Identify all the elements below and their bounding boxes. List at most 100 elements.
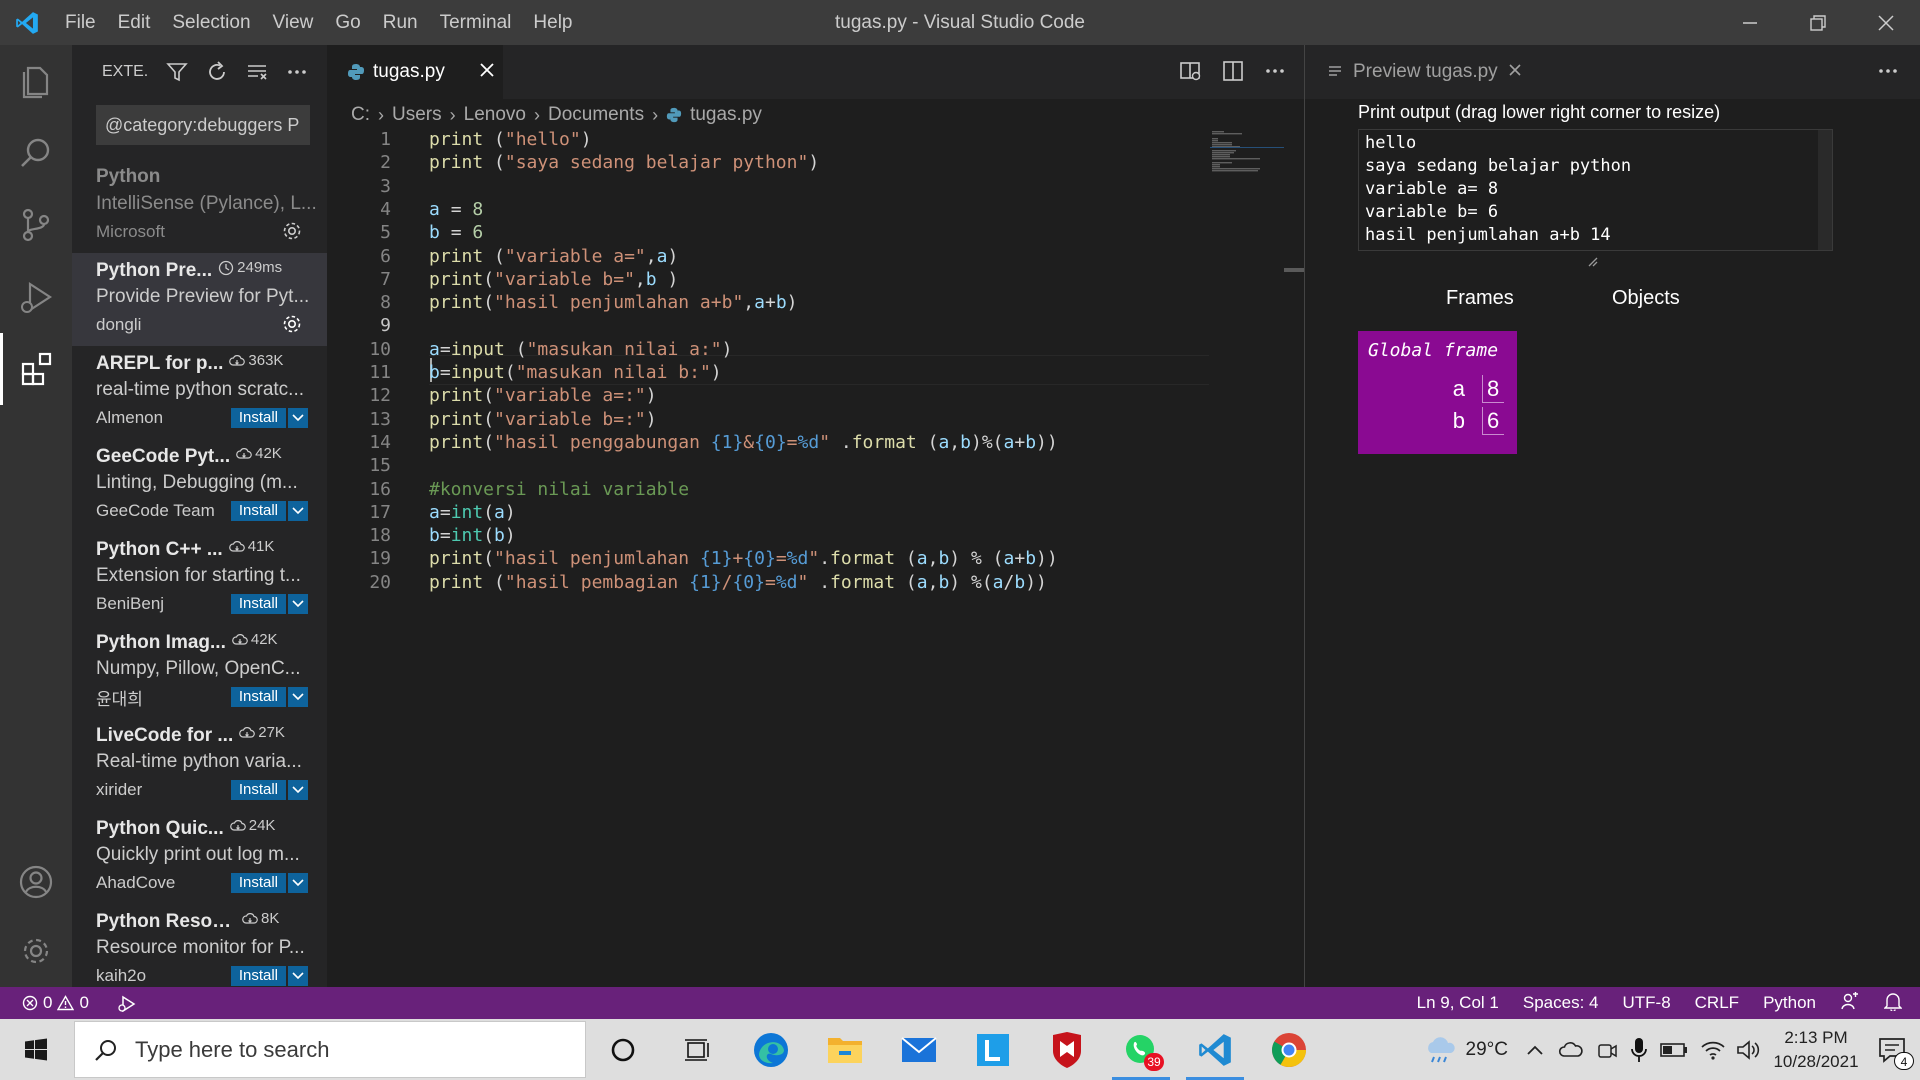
install-dropdown[interactable] xyxy=(288,873,308,893)
clear-results-button[interactable] xyxy=(246,61,268,83)
install-dropdown[interactable] xyxy=(288,966,308,986)
action-center-button[interactable]: 4 xyxy=(1864,1019,1920,1080)
menu-run[interactable]: Run xyxy=(372,0,429,45)
taskbar-search-box[interactable]: Type here to search xyxy=(74,1021,586,1078)
extension-item[interactable]: LiveCode for ... 27K Real-time python va… xyxy=(72,718,327,811)
start-button[interactable] xyxy=(0,1019,72,1080)
install-dropdown[interactable] xyxy=(288,594,308,614)
extension-item[interactable]: Python Pre... 249ms Provide Preview for … xyxy=(72,253,327,346)
install-dropdown[interactable] xyxy=(288,780,308,800)
network-button[interactable] xyxy=(1700,1039,1726,1061)
code-editor[interactable]: 1 print ("hello") 2 print ("saya sedang bel… xyxy=(327,129,1305,987)
manage-extension-button[interactable] xyxy=(281,313,303,340)
install-button[interactable]: Install xyxy=(230,780,286,800)
whatsapp-button[interactable]: 39 xyxy=(1104,1019,1178,1080)
restore-button[interactable] xyxy=(1784,0,1852,45)
install-button[interactable]: Install xyxy=(230,408,286,428)
cortana-button[interactable] xyxy=(586,1019,660,1080)
extensions-button[interactable] xyxy=(0,333,72,405)
extension-item[interactable]: AREPL for p... 363K real-time python scr… xyxy=(72,346,327,439)
editor-scrollbar[interactable] xyxy=(1284,268,1304,272)
run-debug-button[interactable] xyxy=(0,261,72,333)
breadcrumb-item[interactable]: Documents xyxy=(548,104,644,126)
install-button[interactable]: Install xyxy=(230,966,286,986)
indentation[interactable]: Spaces: 4 xyxy=(1523,993,1599,1013)
install-dropdown[interactable] xyxy=(288,687,308,707)
extension-item[interactable]: Python Quic... 24K Quickly print out log… xyxy=(72,811,327,904)
manage-button[interactable] xyxy=(0,915,72,987)
extensions-search-input[interactable]: @category:debuggers P xyxy=(96,105,310,145)
resize-grip-icon[interactable] xyxy=(1586,255,1598,267)
install-button[interactable]: Install xyxy=(230,501,286,521)
menu-go[interactable]: Go xyxy=(324,0,371,45)
extension-item[interactable]: Python Resou... 8K Resource monitor for … xyxy=(72,904,327,987)
split-editor-button[interactable] xyxy=(1221,59,1245,88)
extension-item[interactable]: GeeCode Pyt... 42K Linting, Debugging (m… xyxy=(72,439,327,532)
extension-name: AREPL for p... xyxy=(96,352,224,374)
install-button[interactable]: Install xyxy=(230,873,286,893)
install-button[interactable]: Install xyxy=(230,594,286,614)
breadcrumb-item[interactable]: Users xyxy=(392,104,442,126)
breadcrumb-item[interactable]: tugas.py xyxy=(690,104,762,126)
problems-button[interactable]: 0 0 xyxy=(22,993,89,1013)
encoding[interactable]: UTF-8 xyxy=(1622,993,1670,1013)
file-explorer-button[interactable] xyxy=(808,1019,882,1080)
cursor-position[interactable]: Ln 9, Col 1 xyxy=(1417,993,1499,1013)
extension-item[interactable]: Python C++ ... 41K Extension for startin… xyxy=(72,532,327,625)
system-clock[interactable]: 2:13 PM 10/28/2021 xyxy=(1768,1026,1864,1074)
install-dropdown[interactable] xyxy=(288,408,308,428)
source-control-button[interactable] xyxy=(0,189,72,261)
code-line[interactable]: 20 print ("hasil pembagian {1}/{0}=%d" .f… xyxy=(327,569,1287,597)
live-share-button[interactable] xyxy=(117,994,137,1012)
install-button[interactable]: Install xyxy=(230,687,286,707)
extension-item[interactable]: Python IntelliSense (Pylance), L... Micr… xyxy=(72,160,327,253)
menu-selection[interactable]: Selection xyxy=(161,0,261,45)
tab-close-button[interactable] xyxy=(479,61,495,84)
minimap[interactable] xyxy=(1210,130,1284,180)
menu-help[interactable]: Help xyxy=(522,0,583,45)
tab-close-button[interactable] xyxy=(1508,63,1522,82)
edge-button[interactable] xyxy=(734,1019,808,1080)
language-mode[interactable]: Python xyxy=(1763,993,1816,1013)
install-dropdown[interactable] xyxy=(288,501,308,521)
open-preview-button[interactable] xyxy=(1179,59,1203,88)
print-output-box[interactable]: hello saya sedang belajar python variabl… xyxy=(1358,129,1833,251)
vscode-taskbar-button[interactable] xyxy=(1178,1019,1252,1080)
mail-button[interactable] xyxy=(882,1019,956,1080)
tab-preview[interactable]: Preview tugas.py xyxy=(1305,45,1522,99)
feedback-button[interactable] xyxy=(1840,991,1860,1016)
microphone-button[interactable] xyxy=(1630,1037,1648,1063)
breadcrumb-item[interactable]: C: xyxy=(351,104,370,126)
chrome-button[interactable] xyxy=(1252,1019,1326,1080)
minimize-button[interactable] xyxy=(1716,0,1784,45)
accounts-button[interactable] xyxy=(0,846,72,918)
menu-edit[interactable]: Edit xyxy=(107,0,162,45)
close-window-button[interactable] xyxy=(1852,0,1920,45)
explorer-button[interactable] xyxy=(0,45,72,117)
show-hidden-icons-button[interactable] xyxy=(1526,1044,1544,1056)
filter-button[interactable] xyxy=(166,61,188,83)
volume-button[interactable] xyxy=(1736,1039,1760,1061)
output-scrollbar[interactable] xyxy=(1818,130,1832,250)
task-view-button[interactable] xyxy=(660,1019,734,1080)
more-actions-button[interactable] xyxy=(286,61,308,83)
battery-button[interactable] xyxy=(1660,1042,1688,1058)
search-button[interactable] xyxy=(0,117,72,189)
preview-more-button[interactable] xyxy=(1876,59,1900,88)
weather-temperature[interactable]: 29°C xyxy=(1466,1039,1508,1061)
refresh-button[interactable] xyxy=(206,61,228,83)
notifications-button[interactable] xyxy=(1883,991,1903,1016)
onedrive-button[interactable] xyxy=(1558,1041,1584,1059)
menu-terminal[interactable]: Terminal xyxy=(429,0,523,45)
manage-extension-button[interactable] xyxy=(281,220,303,247)
menu-file[interactable]: File xyxy=(54,0,107,45)
extension-item[interactable]: Python Imag... 42K Numpy, Pillow, OpenC.… xyxy=(72,625,327,718)
menu-view[interactable]: View xyxy=(262,0,325,45)
tab-tugas-py[interactable]: tugas.py xyxy=(327,45,503,99)
breadcrumb-item[interactable]: Lenovo xyxy=(464,104,526,126)
lenovo-button[interactable] xyxy=(956,1019,1030,1080)
mcafee-button[interactable] xyxy=(1030,1019,1104,1080)
meet-now-button[interactable] xyxy=(1596,1039,1618,1061)
editor-more-button[interactable] xyxy=(1263,59,1287,88)
line-ending[interactable]: CRLF xyxy=(1695,993,1739,1013)
